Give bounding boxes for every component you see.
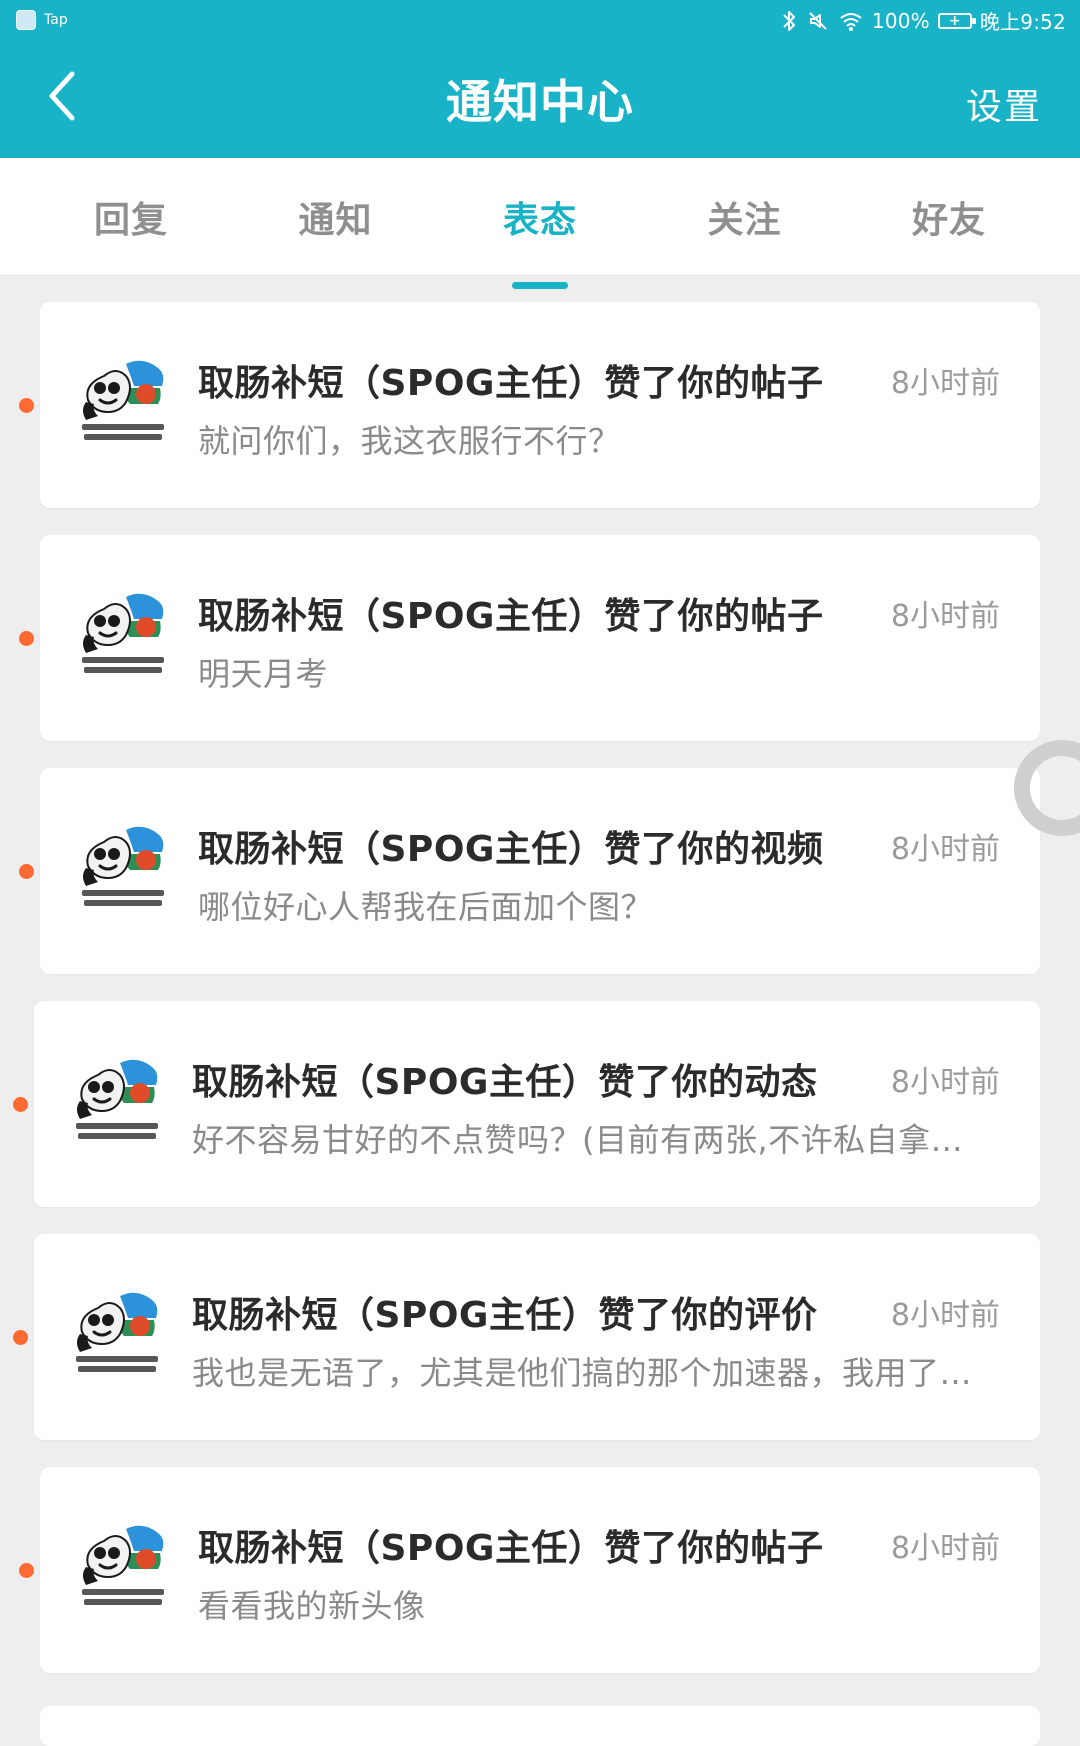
tab-reactions[interactable]: 表态 [465,191,615,243]
unread-dot [13,1097,28,1112]
avatar[interactable] [74,1519,172,1615]
notification-card[interactable]: 取肠补短（SPOG主任）赞了你的帖子 8小时前 看看我的新头像 [19,1467,1040,1673]
notification-title: 取肠补短（SPOG主任）赞了你的视频 [198,829,824,870]
settings-button[interactable]: 设置 [966,78,1042,130]
tab-replies[interactable]: 回复 [56,191,206,243]
notification-time: 8小时前 [890,1531,1000,1566]
unread-dot [19,864,34,879]
notification-list: 取肠补短（SPOG主任）赞了你的帖子 8小时前 就问你们，我这衣服行不行？ 取肠… [0,302,1080,1728]
notification-snippet: 好不容易甘好的不点赞吗？(目前有两张,不许私自拿… [192,1121,964,1159]
tab-friends[interactable]: 好友 [874,191,1024,243]
mute-icon [806,9,830,33]
avatar[interactable] [68,1286,166,1382]
notification-title: 取肠补短（SPOG主任）赞了你的帖子 [198,1528,824,1569]
notification-time: 8小时前 [890,832,1000,867]
app-bar: 通知中心 设置 [0,42,1080,158]
tab-notifications[interactable]: 通知 [261,191,411,243]
status-bar: Tap 100% + 晚上9:52 [0,0,1080,42]
wifi-icon [838,9,864,33]
battery-percent: 100% [871,8,930,33]
partial-notification-card[interactable] [40,1706,1040,1746]
avatar-icon [68,1053,166,1149]
unread-dot [19,631,34,646]
notification-snippet: 看看我的新头像 [198,1587,426,1625]
notification-card[interactable]: 取肠补短（SPOG主任）赞了你的帖子 8小时前 就问你们，我这衣服行不行？ [19,302,1040,508]
avatar-icon [74,587,172,683]
tab-bar: 回复 通知 表态 关注 好友 [0,158,1080,276]
notification-time: 8小时前 [890,599,1000,634]
status-time: 晚上9:52 [979,10,1066,34]
avatar-icon [74,1519,172,1615]
notification-time: 8小时前 [890,1065,1000,1100]
avatar[interactable] [74,587,172,683]
app-label: Tap [44,12,68,28]
avatar[interactable] [68,1053,166,1149]
notification-time: 8小时前 [890,366,1000,401]
notification-card[interactable]: 取肠补短（SPOG主任）赞了你的评价 8小时前 我也是无语了，尤其是他们搞的那个… [13,1234,1040,1440]
notification-snippet: 我也是无语了，尤其是他们搞的那个加速器，我用了… [192,1354,973,1392]
battery-charging-icon: + [937,12,976,29]
unread-dot [19,398,34,413]
avatar[interactable] [74,354,172,450]
bluetooth-icon [780,9,798,33]
avatar-icon [74,820,172,916]
avatar-icon [74,354,172,450]
notification-time: 8小时前 [890,1298,1000,1333]
notification-snippet: 就问你们，我这衣服行不行？ [198,422,621,460]
tab-follows[interactable]: 关注 [670,191,820,243]
avatar-icon [68,1286,166,1382]
notification-card[interactable]: 取肠补短（SPOG主任）赞了你的帖子 8小时前 明天月考 [19,535,1040,741]
notification-title: 取肠补短（SPOG主任）赞了你的帖子 [198,596,824,637]
status-left: Tap [16,10,68,30]
notification-snippet: 明天月考 [198,655,329,693]
status-right: 100% + 晚上9:52 [780,6,1066,35]
notification-title: 取肠补短（SPOG主任）赞了你的评价 [192,1295,818,1336]
avatar[interactable] [74,820,172,916]
notification-snippet: 哪位好心人帮我在后面加个图？ [198,888,654,926]
page-title: 通知中心 [446,75,634,129]
notification-title: 取肠补短（SPOG主任）赞了你的动态 [192,1062,818,1103]
app-icon [16,10,36,30]
unread-dot [13,1330,28,1345]
notification-card[interactable]: 取肠补短（SPOG主任）赞了你的动态 8小时前 好不容易甘好的不点赞吗？(目前有… [13,1001,1040,1207]
unread-dot [19,1563,34,1578]
battery-plus: + [948,12,961,29]
notification-card[interactable]: 取肠补短（SPOG主任）赞了你的视频 8小时前 哪位好心人帮我在后面加个图？ [19,768,1040,974]
notification-title: 取肠补短（SPOG主任）赞了你的帖子 [198,363,824,404]
